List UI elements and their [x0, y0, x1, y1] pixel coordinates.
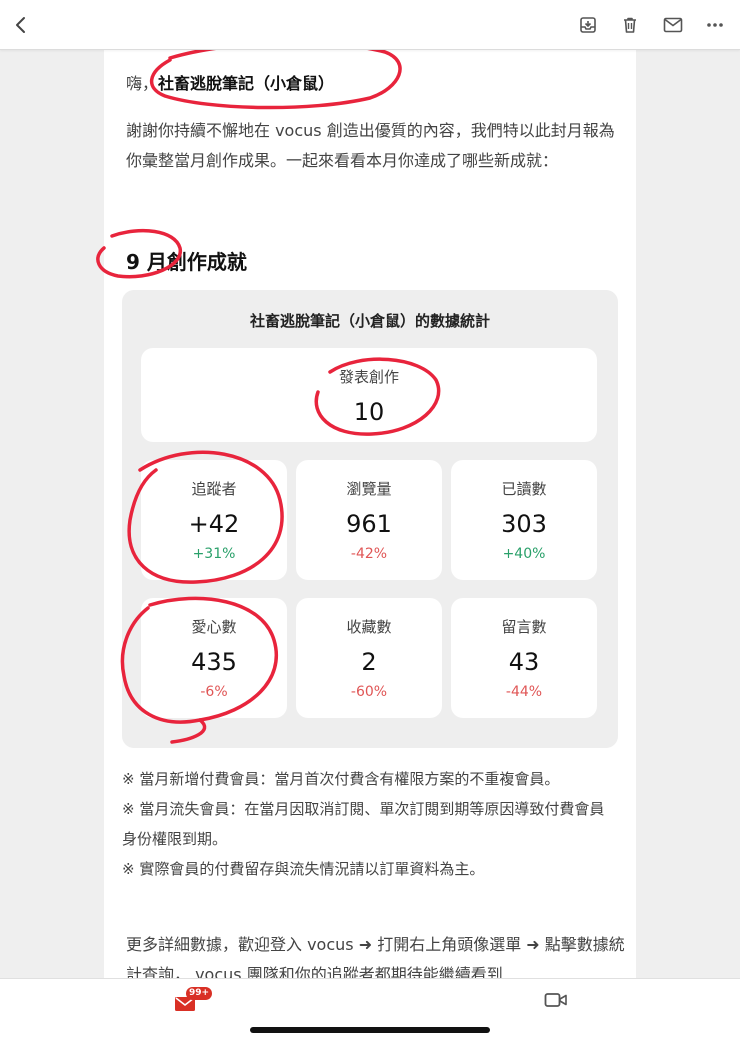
back-button[interactable]: [6, 10, 36, 40]
stat-label: 追蹤者: [191, 480, 237, 498]
archive-icon: [580, 17, 596, 33]
greeting-name: 社畜逃脫筆記（小倉鼠）: [158, 74, 335, 93]
note-item: ※ 實際會員的付費留存與流失情況請以訂單資料為主。: [122, 860, 485, 878]
stat-value: 43: [508, 648, 540, 676]
unread-badge: 99+: [186, 987, 213, 1000]
archive-button[interactable]: [573, 10, 603, 40]
video-tab[interactable]: [544, 991, 568, 1009]
home-indicator: [250, 1027, 490, 1033]
stat-card-likes: 愛心數 435 -6%: [141, 598, 287, 718]
stat-value: 961: [346, 510, 392, 538]
stat-card-reads: 已讀數 303 +40%: [451, 460, 597, 580]
video-camera-icon: [544, 993, 567, 1007]
stat-change: -42%: [350, 546, 388, 562]
stats-title: 社畜逃脫筆記（小倉鼠）的數據統計: [249, 312, 490, 330]
greeting: 嗨，社畜逃脫筆記（小倉鼠）: [126, 70, 334, 94]
stat-value: 2: [361, 648, 377, 676]
delete-button[interactable]: [615, 10, 645, 40]
trash-icon: [624, 17, 636, 33]
more-dots-icon: [707, 23, 723, 27]
email-body: 嗨，社畜逃脫筆記（小倉鼠） 謝謝你持續不懈地在 vocus 創造出優質的內容，我…: [104, 50, 636, 978]
more-info-paragraph: 更多詳細數據，歡迎登入 vocus ➜ 打開右上角頭像選單 ➜ 點擊數據統計查詢…: [126, 935, 625, 978]
stat-change: -44%: [505, 684, 543, 700]
stat-label: 愛心數: [191, 618, 237, 636]
bottom-navigation: 99+: [0, 978, 740, 1038]
top-toolbar: [0, 0, 740, 50]
stat-change: -60%: [350, 684, 388, 700]
intro-paragraph: 謝謝你持續不懈地在 vocus 創造出優質的內容，我們特以此封月報為你彙整當月創…: [126, 121, 615, 170]
stat-value: 303: [501, 510, 547, 538]
mail-tab[interactable]: 99+: [172, 987, 213, 1015]
stat-value: 10: [353, 398, 385, 426]
stat-card-followers: 追蹤者 +42 +31%: [141, 460, 287, 580]
stat-value: 435: [191, 648, 237, 676]
stat-label: 瀏覽量: [346, 480, 392, 498]
stat-label: 收藏數: [346, 618, 392, 636]
stat-change: -6%: [200, 684, 228, 700]
greeting-prefix: 嗨，: [126, 74, 159, 93]
stat-label: 發表創作: [338, 368, 399, 386]
stat-label: 已讀數: [501, 480, 547, 498]
stat-value: +42: [188, 510, 240, 538]
more-options-button[interactable]: [700, 10, 730, 40]
notes-list: ※ 當月新增付費會員：當月首次付費含有權限方案的不重複會員。 ※ 當月流失會員：…: [122, 764, 618, 884]
stat-card-saves: 收藏數 2 -60%: [296, 598, 442, 718]
mail-icon: [663, 17, 683, 33]
back-arrow-icon: [16, 17, 25, 33]
month-title: 9 月創作成就: [126, 250, 247, 274]
stat-change: +31%: [192, 546, 236, 562]
stat-change: +40%: [502, 546, 546, 562]
stats-panel: 社畜逃脫筆記（小倉鼠）的數據統計 發表創作 10 追蹤者 +42 +31% 瀏覽…: [122, 290, 618, 748]
note-item: ※ 當月流失會員：在當月因取消訂閱、單次訂閱到期等原因導致付費會員身份權限到期。: [122, 800, 605, 848]
mark-unread-button[interactable]: [658, 10, 688, 40]
stat-card-published: 發表創作 10: [141, 348, 597, 442]
note-item: ※ 當月新增付費會員：當月首次付費含有權限方案的不重複會員。: [122, 770, 560, 788]
stat-card-views: 瀏覽量 961 -42%: [296, 460, 442, 580]
stat-card-comments: 留言數 43 -44%: [451, 598, 597, 718]
stat-label: 留言數: [501, 618, 547, 636]
